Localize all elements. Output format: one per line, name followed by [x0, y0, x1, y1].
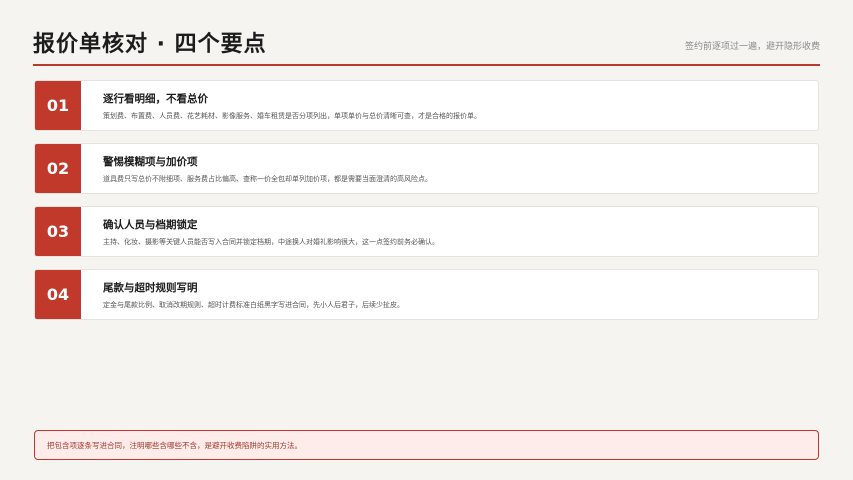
- checklist-item-3: 03 确认人员与档期锁定 主持、化妆、摄影等关键人员能否写入合同并锁定档期，中途…: [34, 206, 819, 257]
- checklist-item-2: 02 警惕模糊项与加价项 道具费只写总价不附细项、服务费占比偏高、查称一价全包却…: [34, 143, 819, 194]
- page-header: 报价单核对 · 四个要点 签约前逐项过一遍，避开隐形收费: [33, 24, 820, 66]
- item-number: 03: [35, 207, 81, 256]
- item-description: 策划费、布置费、人员费、花艺耗材、影像服务、婚车租赁是否分项列出，单项单价与总价…: [103, 112, 481, 120]
- item-title: 逐行看明细，不看总价: [103, 93, 208, 105]
- checklist: 01 逐行看明细，不看总价 策划费、布置费、人员费、花艺耗材、影像服务、婚车租赁…: [34, 80, 819, 332]
- item-number: 04: [35, 270, 81, 319]
- tip-note-text: 把包含项逐条写进合同，注明哪些含哪些不含，是避开收费陷阱的实用方法。: [47, 440, 302, 450]
- item-title: 尾款与超时规则写明: [103, 282, 198, 294]
- item-body: 确认人员与档期锁定 主持、化妆、摄影等关键人员能否写入合同并锁定档期，中途换人对…: [81, 207, 439, 256]
- page-title: 报价单核对 · 四个要点: [33, 32, 267, 57]
- item-description: 主持、化妆、摄影等关键人员能否写入合同并锁定档期，中途换人对婚礼影响很大，这一点…: [103, 238, 439, 246]
- item-number: 01: [35, 81, 81, 130]
- checklist-item-1: 01 逐行看明细，不看总价 策划费、布置费、人员费、花艺耗材、影像服务、婚车租赁…: [34, 80, 819, 131]
- item-number: 02: [35, 144, 81, 193]
- item-title: 警惕模糊项与加价项: [103, 156, 198, 168]
- tip-note: 把包含项逐条写进合同，注明哪些含哪些不含，是避开收费陷阱的实用方法。: [34, 430, 819, 460]
- page-subtitle: 签约前逐项过一遍，避开隐形收费: [684, 42, 820, 52]
- item-description: 定金与尾款比例、取消改期规则、超时计费标准白纸黑字写进合同，先小人后君子，后续少…: [103, 301, 404, 309]
- item-body: 尾款与超时规则写明 定金与尾款比例、取消改期规则、超时计费标准白纸黑字写进合同，…: [81, 270, 404, 319]
- item-body: 逐行看明细，不看总价 策划费、布置费、人员费、花艺耗材、影像服务、婚车租赁是否分…: [81, 81, 481, 130]
- item-title: 确认人员与档期锁定: [103, 219, 198, 231]
- item-body: 警惕模糊项与加价项 道具费只写总价不附细项、服务费占比偏高、查称一价全包却单列加…: [81, 144, 432, 193]
- checklist-item-4: 04 尾款与超时规则写明 定金与尾款比例、取消改期规则、超时计费标准白纸黑字写进…: [34, 269, 819, 320]
- item-description: 道具费只写总价不附细项、服务费占比偏高、查称一价全包却单列加价项，都是需要当面澄…: [103, 175, 432, 183]
